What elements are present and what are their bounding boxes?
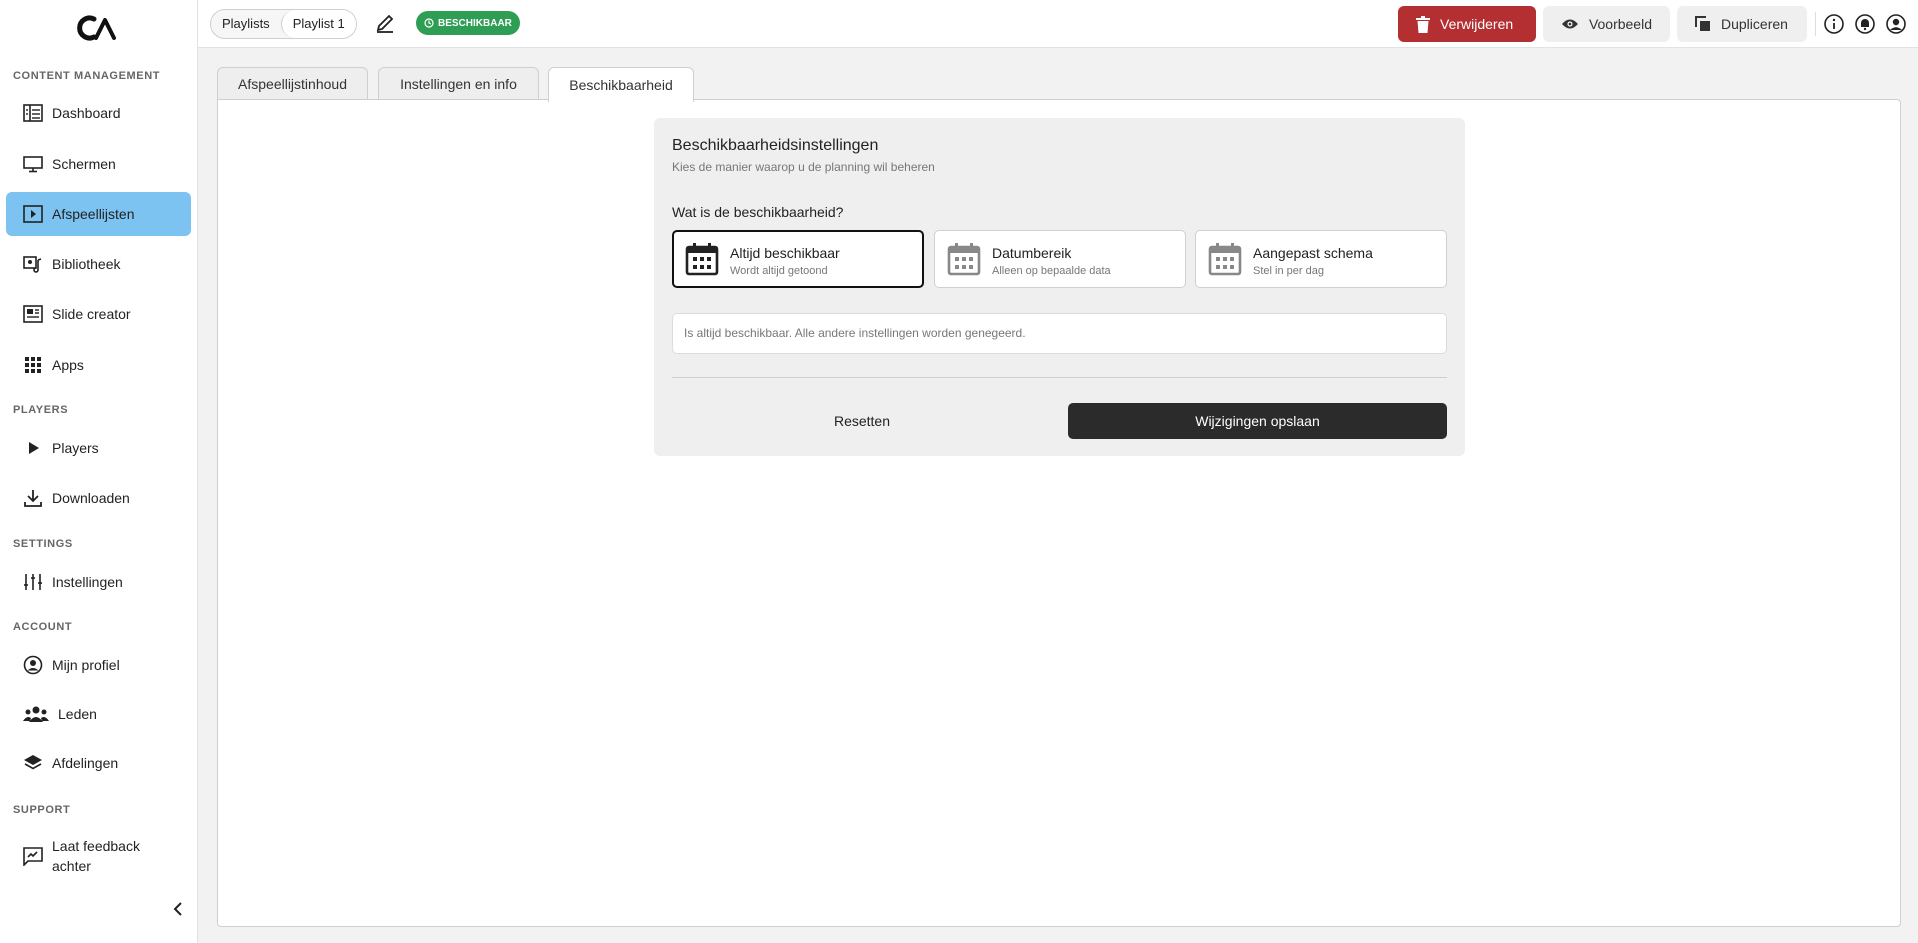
breadcrumb: Playlists Playlist 1 [210, 9, 357, 39]
sidebar-item-label: Dashboard [52, 105, 121, 121]
sidebar-item-members[interactable]: Leden [6, 692, 191, 736]
sidebar-item-players[interactable]: Players [6, 426, 191, 470]
preview-button[interactable]: Voorbeeld [1543, 6, 1670, 42]
tab-availability[interactable]: Beschikbaarheid [548, 67, 694, 102]
option-always-available[interactable]: Altijd beschikbaar Wordt altijd getoond [672, 230, 924, 288]
toolbar-divider [1815, 12, 1816, 36]
sidebar-item-label: Afdelingen [52, 755, 119, 771]
clock-icon [424, 18, 434, 28]
section-content-management: CONTENT MANAGEMENT [13, 70, 161, 82]
sidebar-item-label: Mijn profiel [52, 657, 120, 673]
app-logo[interactable] [74, 14, 122, 42]
breadcrumb-current[interactable]: Playlist 1 [280, 10, 356, 38]
tab-settings-info[interactable]: Instellingen en info [378, 67, 539, 100]
users-group-icon [22, 703, 50, 725]
sidebar-item-settings[interactable]: Instellingen [6, 560, 191, 604]
account-circle-icon[interactable] [1885, 13, 1907, 35]
sidebar-item-playlists[interactable]: Afspeellijsten [6, 192, 191, 236]
option-title: Aangepast schema [1253, 245, 1373, 261]
option-subtitle: Alleen op bepaalde data [992, 265, 1111, 277]
chevron-left-icon[interactable] [170, 900, 188, 918]
calendar-icon [947, 243, 981, 276]
top-bar: Playlists Playlist 1 BESCHIKBAAR Verwijd… [198, 0, 1918, 48]
sidebar-item-library[interactable]: Bibliotheek [6, 242, 191, 286]
save-changes-button[interactable]: Wijzigingen opslaan [1068, 403, 1447, 439]
delete-button[interactable]: Verwijderen [1398, 6, 1536, 42]
duplicate-button-label: Dupliceren [1721, 16, 1788, 32]
sidebar-item-screens[interactable]: Schermen [6, 142, 191, 186]
sidebar-item-downloads[interactable]: Downloaden [6, 476, 191, 520]
layers-icon [22, 752, 44, 774]
sidebar-item-label: Instellingen [52, 574, 123, 590]
sidebar-item-departments[interactable]: Afdelingen [6, 741, 191, 785]
sidebar-item-label: Afspeellijsten [52, 206, 135, 222]
status-badge-label: BESCHIKBAAR [438, 17, 512, 29]
sidebar-item-label: Laat feedback achter [52, 838, 140, 874]
status-badge: BESCHIKBAAR [416, 11, 520, 35]
monitor-icon [22, 153, 44, 175]
section-players: PLAYERS [13, 404, 69, 416]
reset-button[interactable]: Resetten [672, 403, 1052, 439]
play-icon [22, 437, 44, 459]
eye-icon [1561, 19, 1578, 29]
sidebar-item-label: Slide creator [52, 306, 131, 322]
sidebar-item-dashboard[interactable]: Dashboard [6, 91, 191, 135]
calendar-icon [685, 243, 719, 276]
sliders-icon [22, 571, 44, 593]
card-title: Beschikbaarheidsinstellingen [672, 137, 879, 154]
sidebar-item-label: Schermen [52, 156, 116, 172]
availability-info-text: Is altijd beschikbaar. Alle andere inste… [672, 313, 1447, 354]
info-icon[interactable] [1823, 13, 1845, 35]
sidebar-item-profile[interactable]: Mijn profiel [6, 643, 191, 687]
dashboard-icon [22, 102, 44, 124]
sidebar-item-label: Downloaden [52, 490, 130, 506]
feedback-icon [22, 845, 44, 867]
divider [672, 377, 1447, 378]
apps-grid-icon [22, 354, 44, 376]
trash-icon [1416, 15, 1430, 33]
option-title: Datumbereik [992, 245, 1072, 261]
user-circle-icon [22, 654, 44, 676]
duplicate-button[interactable]: Dupliceren [1677, 6, 1807, 42]
calendar-icon [1208, 243, 1242, 276]
copy-icon [1695, 16, 1710, 31]
download-icon [22, 487, 44, 509]
sidebar-item-apps[interactable]: Apps [6, 343, 191, 387]
sidebar-item-label: Bibliotheek [52, 256, 121, 272]
section-settings: SETTINGS [13, 538, 73, 550]
playlist-icon [22, 203, 44, 225]
sidebar-item-label: Apps [52, 357, 84, 373]
sidebar-item-label: Players [52, 440, 99, 456]
availability-settings-card: Beschikbaarheidsinstellingen Kies de man… [654, 118, 1465, 456]
notification-bell-icon[interactable] [1854, 13, 1876, 35]
sidebar-item-slide-creator[interactable]: Slide creator [6, 292, 191, 336]
sidebar-item-feedback[interactable]: Laat feedback achter [6, 831, 191, 881]
slide-creator-icon [22, 303, 44, 325]
tab-playlist-content[interactable]: Afspeellijstinhoud [217, 67, 368, 100]
section-account: ACCOUNT [13, 621, 73, 633]
library-icon [22, 253, 44, 275]
option-custom-schedule[interactable]: Aangepast schema Stel in per dag [1195, 230, 1447, 288]
breadcrumb-playlists[interactable]: Playlists [211, 10, 281, 38]
delete-button-label: Verwijderen [1440, 16, 1514, 32]
sidebar: CONTENT MANAGEMENT Dashboard Schermen Af… [0, 0, 198, 943]
option-subtitle: Wordt altijd getoond [730, 265, 828, 277]
option-subtitle: Stel in per dag [1253, 265, 1324, 277]
edit-pencil-icon[interactable] [374, 12, 396, 34]
option-title: Altijd beschikbaar [730, 245, 840, 261]
card-subtitle: Kies de manier waarop u de planning wil … [672, 160, 935, 174]
availability-question: Wat is de beschikbaarheid? [672, 204, 844, 220]
option-date-range[interactable]: Datumbereik Alleen op bepaalde data [934, 230, 1186, 288]
preview-button-label: Voorbeeld [1588, 16, 1652, 32]
section-support: SUPPORT [13, 804, 71, 816]
sidebar-item-label: Leden [58, 706, 97, 722]
